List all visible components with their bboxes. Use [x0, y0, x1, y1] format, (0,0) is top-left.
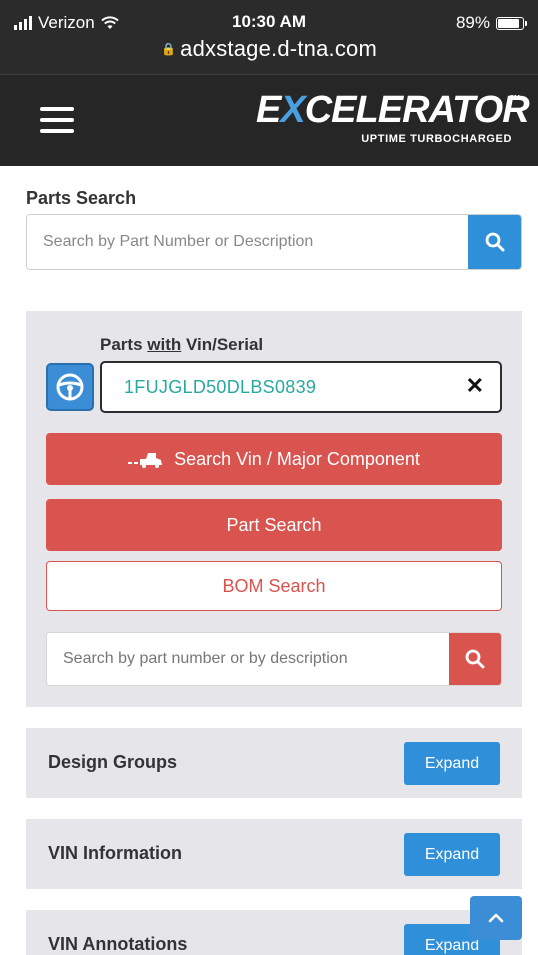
chevron-up-icon [488, 913, 504, 923]
parts-search-button[interactable] [468, 215, 521, 269]
battery-percent: 89% [455, 13, 490, 32]
logo-service-mark: SM [509, 95, 521, 102]
lock-icon: 🔒 [161, 42, 177, 56]
design-groups-section: Design Groups Expand [26, 728, 522, 798]
scroll-to-top-button[interactable] [470, 896, 522, 940]
search-icon [465, 649, 485, 669]
search-icon [485, 232, 504, 252]
part-search-button[interactable]: Part Search [46, 499, 502, 551]
bom-search-button[interactable]: BOM Search [46, 561, 502, 611]
section-title: Design Groups [48, 752, 178, 772]
expand-design-groups-button[interactable]: Expand [404, 742, 500, 785]
steering-wheel-icon [56, 373, 84, 401]
url-text: adxstage.d-tna.com [180, 36, 377, 61]
vin-annotations-section: VIN Annotations Expand [26, 910, 522, 955]
vin-part-search-input[interactable] [47, 633, 449, 685]
vin-value: 1FUJGLD50DLBS0839 [124, 377, 317, 397]
hamburger-icon[interactable] [40, 107, 74, 133]
app-header: EXCELERATOR SM UPTIME TURBOCHARGED [0, 74, 538, 166]
section-title: VIN Information [48, 843, 182, 863]
clear-icon[interactable]: ✕ [466, 373, 484, 399]
vin-information-section: VIN Information Expand [26, 819, 522, 889]
parts-search-group [26, 214, 522, 270]
vin-part-search-group [46, 632, 502, 686]
parts-search-input[interactable] [27, 215, 468, 269]
battery-icon [496, 16, 527, 30]
address-bar[interactable]: 🔒 adxstage.d-tna.com [0, 36, 538, 62]
logo-tagline: UPTIME TURBOCHARGED [361, 133, 512, 145]
search-vin-button[interactable]: Search Vin / Major Component [46, 433, 502, 485]
parts-search-label: Parts Search [26, 188, 137, 208]
vin-serial-label: Parts with Vin/Serial [100, 335, 264, 354]
vin-part-search-button[interactable] [449, 633, 501, 685]
excelerator-logo: EXCELERATOR SM UPTIME TURBOCHARGED [256, 87, 530, 157]
status-bar: Verizon 10:30 AM 89% 🔒 adxstage.d-tna.com [0, 0, 538, 74]
expand-vin-information-button[interactable]: Expand [404, 833, 500, 876]
logo-wordmark: EXCELERATOR [256, 89, 530, 131]
vin-input[interactable]: 1FUJGLD50DLBS0839 ✕ [100, 361, 502, 413]
battery-info: 89% [455, 13, 527, 33]
vin-panel: Parts with Vin/Serial 1FUJGLD50DLBS0839 … [26, 311, 522, 707]
steering-wheel-button[interactable] [46, 363, 94, 411]
truck-icon [128, 450, 164, 468]
search-vin-label: Search Vin / Major Component [174, 448, 420, 469]
section-title: VIN Annotations [48, 934, 188, 954]
